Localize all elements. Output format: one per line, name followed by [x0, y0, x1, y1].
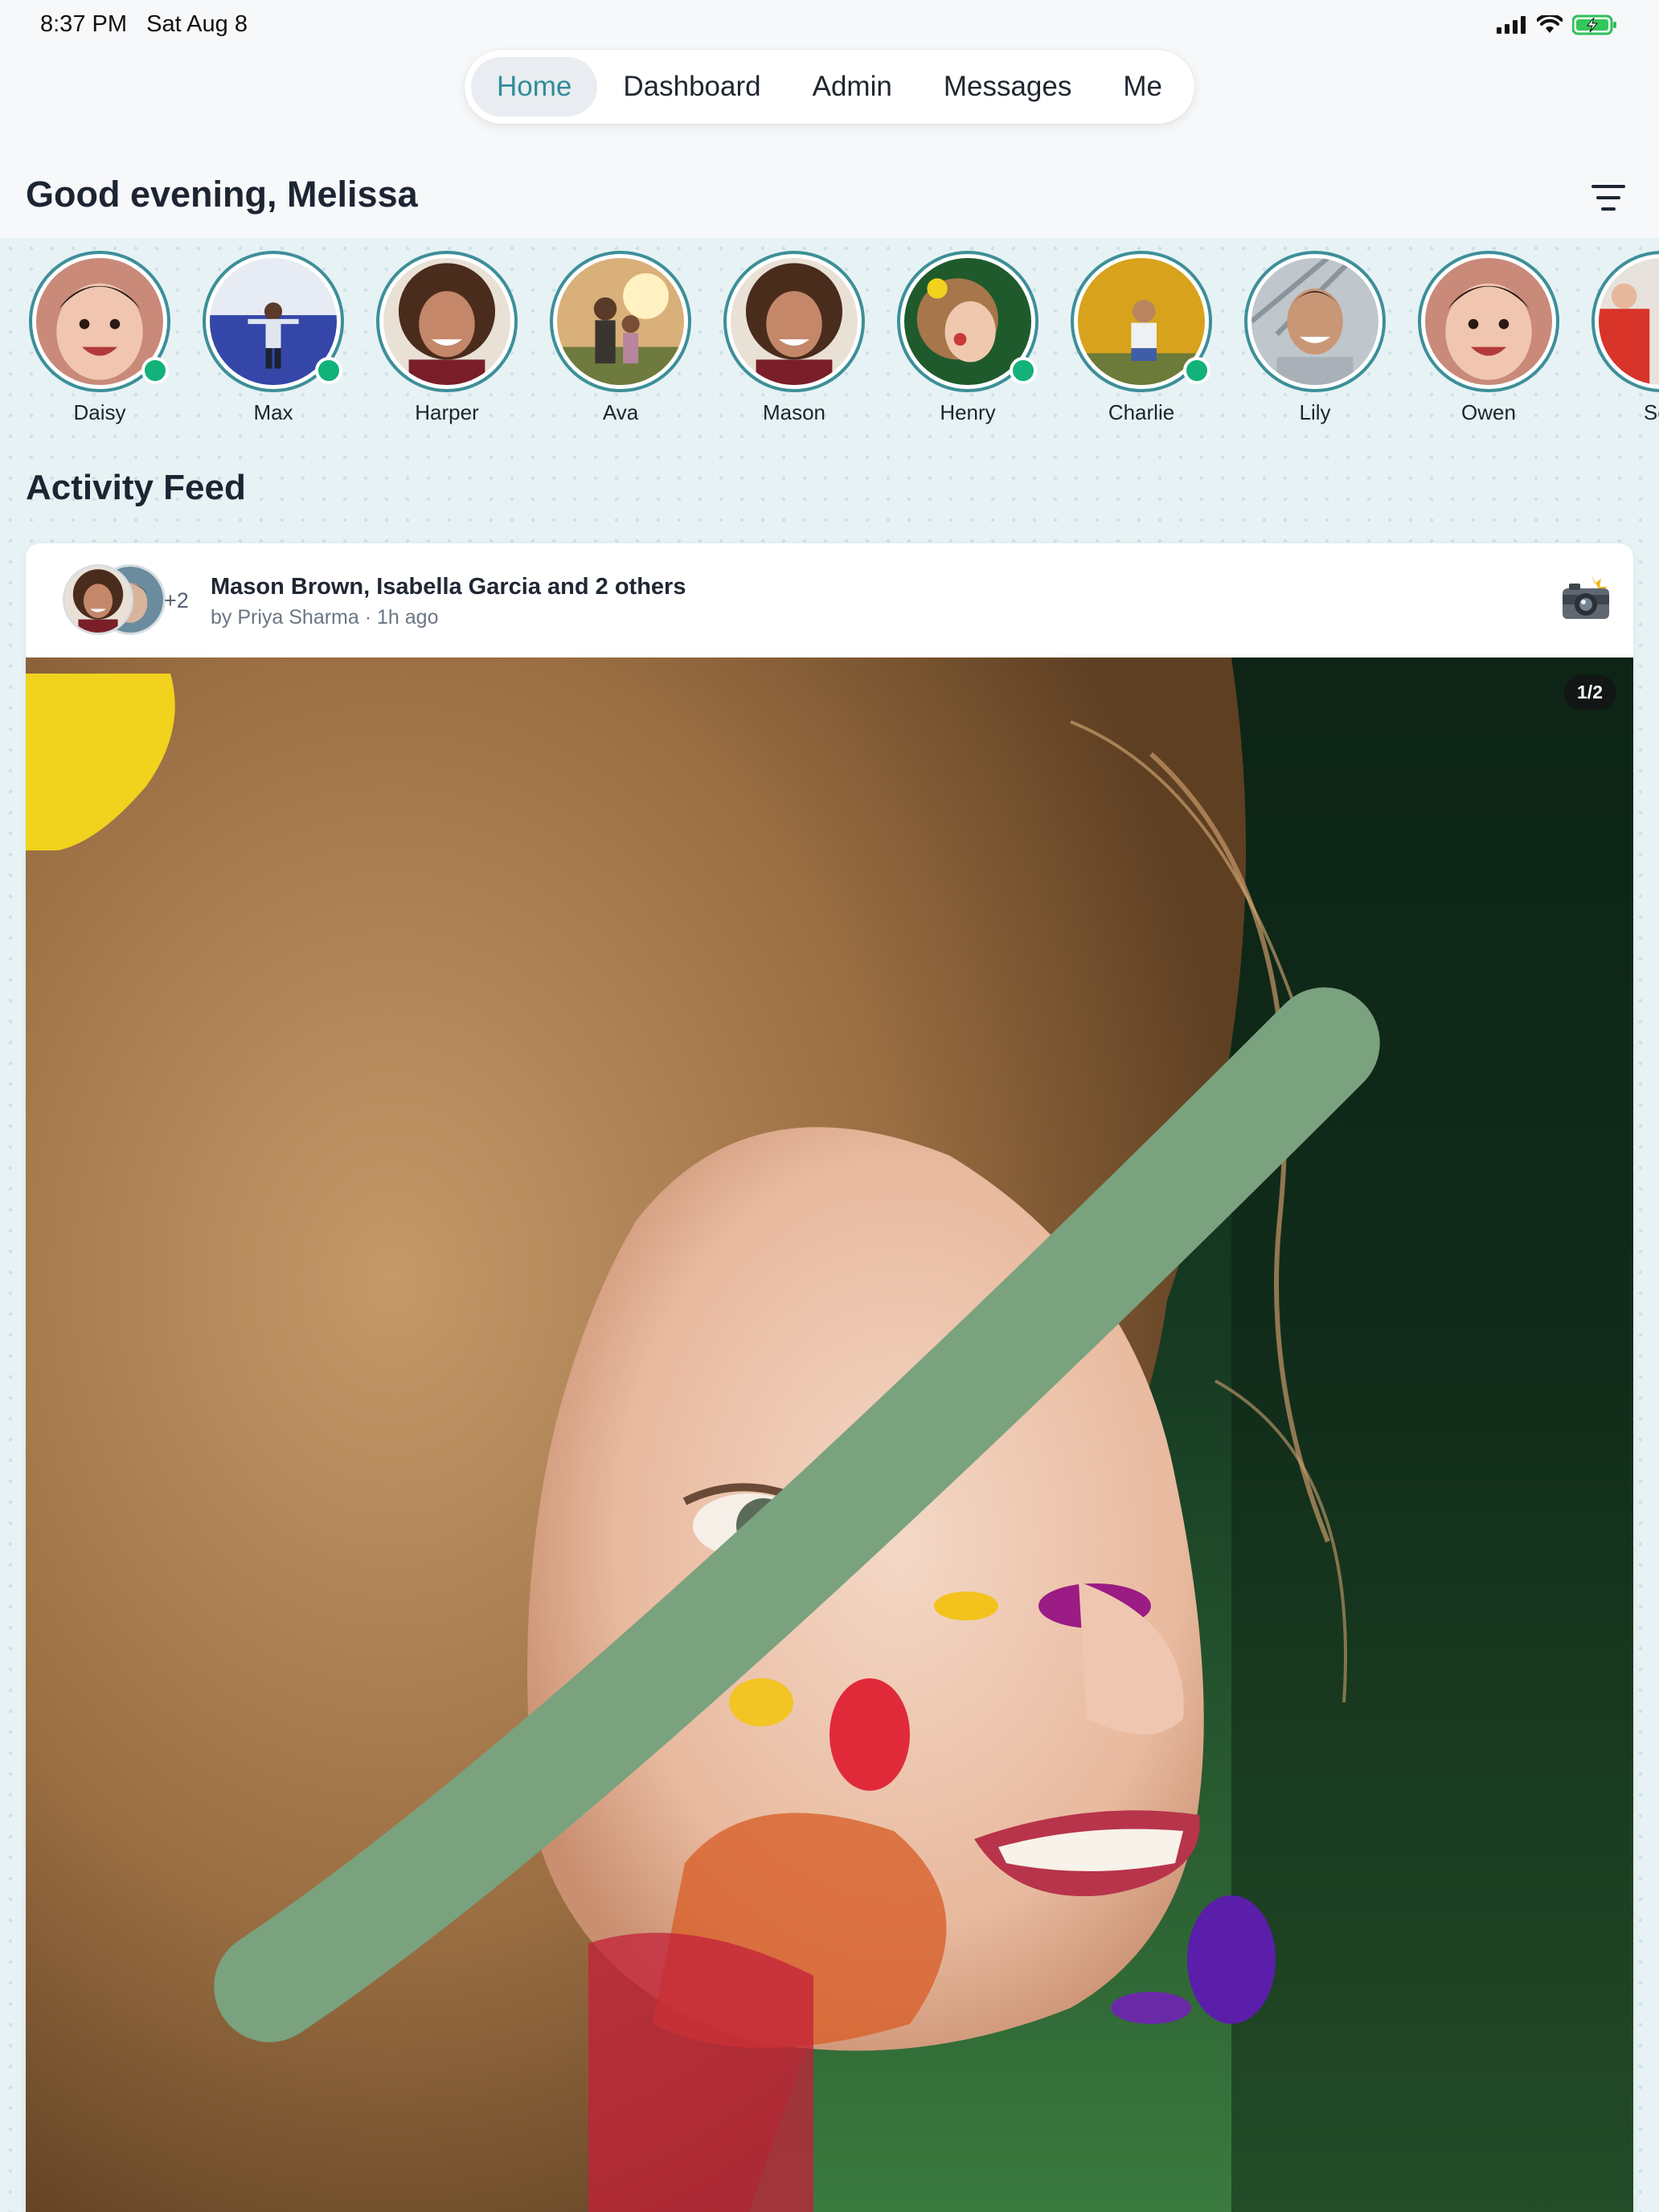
- meta-separator: ·: [358, 606, 378, 629]
- feed-title: Activity Feed: [26, 468, 246, 507]
- online-indicator: [315, 357, 342, 384]
- greeting-title: Good evening, Melissa: [26, 174, 418, 215]
- story-max[interactable]: Max: [186, 251, 360, 425]
- cellular-signal-icon: [1497, 16, 1526, 34]
- story-name: Lily: [1299, 400, 1331, 424]
- child-photo: [1599, 258, 1659, 385]
- post-title[interactable]: Mason Brown, Isabella Garcia and 2 other…: [211, 574, 686, 600]
- story-harper[interactable]: Harper: [360, 251, 534, 425]
- status-bar: 8:37 PM Sat Aug 8: [0, 0, 1659, 51]
- story-name: Henry: [940, 400, 996, 424]
- story-avatar-ring: [1244, 251, 1386, 392]
- story-lily[interactable]: Lily: [1228, 251, 1402, 425]
- story-name: Ava: [602, 400, 639, 424]
- story-name: Harper: [415, 400, 479, 424]
- online-indicator: [1183, 357, 1210, 384]
- story-photo: [1599, 258, 1659, 385]
- story-photo: [1425, 258, 1552, 385]
- avatar: [63, 564, 133, 635]
- story-name: Charlie: [1108, 400, 1175, 424]
- post-header: +2 Mason Brown, Isabella Garcia and 2 ot…: [26, 543, 1633, 657]
- story-avatar-ring: [897, 251, 1038, 392]
- stories-row: Daisy Max Harper Ava Mason Henry Charlie…: [0, 251, 1659, 428]
- child-photo: [1425, 258, 1552, 385]
- status-time: 8:37 PM Sat Aug 8: [40, 11, 248, 38]
- story-avatar-ring: [203, 251, 344, 392]
- story-avatar-ring: [550, 251, 691, 392]
- child-photo: [557, 258, 684, 385]
- story-photo: [383, 258, 510, 385]
- avatar-stack[interactable]: [43, 564, 180, 637]
- story-henry[interactable]: Henry: [881, 251, 1055, 425]
- tab-dashboard[interactable]: Dashboard: [597, 57, 786, 117]
- tab-home[interactable]: Home: [471, 57, 598, 117]
- battery-charging-icon: [1572, 14, 1616, 35]
- story-photo: [731, 258, 858, 385]
- child-photo: [1251, 258, 1378, 385]
- filter-icon[interactable]: [1590, 182, 1627, 214]
- status-icons: [1497, 14, 1617, 35]
- status-date: Sat Aug 8: [146, 11, 248, 37]
- camera-flash-icon: [1563, 576, 1609, 619]
- story-partial[interactable]: Sop: [1575, 251, 1659, 425]
- story-avatar-ring: [376, 251, 518, 392]
- extra-people-count: +2: [164, 588, 189, 612]
- story-photo: [1251, 258, 1378, 385]
- story-name: Mason: [762, 400, 826, 424]
- tab-admin[interactable]: Admin: [787, 57, 918, 117]
- story-daisy[interactable]: Daisy: [13, 251, 186, 425]
- story-photo: [557, 258, 684, 385]
- story-avatar-ring: [1591, 251, 1659, 392]
- story-mason[interactable]: Mason: [707, 251, 881, 425]
- child-photo: [65, 567, 131, 633]
- post-meta: by Priya Sharma · 1h ago: [211, 606, 438, 629]
- story-avatar-ring: [1418, 251, 1559, 392]
- tab-messages[interactable]: Messages: [918, 57, 1098, 117]
- post-photo[interactable]: 1/2: [26, 657, 1633, 2212]
- story-name: Max: [253, 400, 293, 424]
- online-indicator: [1010, 357, 1037, 384]
- story-avatar-ring: [29, 251, 170, 392]
- post-time: 1h ago: [377, 606, 439, 629]
- story-ava[interactable]: Ava: [534, 251, 707, 425]
- status-clock: 8:37 PM: [40, 11, 127, 37]
- post-author: by Priya Sharma: [211, 606, 359, 629]
- activity-post-card[interactable]: +2 Mason Brown, Isabella Garcia and 2 ot…: [26, 543, 1633, 2212]
- child-photo: [731, 258, 858, 385]
- story-charlie[interactable]: Charlie: [1055, 251, 1228, 425]
- story-name: Daisy: [73, 400, 126, 424]
- story-avatar-ring: [723, 251, 865, 392]
- child-photo: [383, 258, 510, 385]
- story-avatar-ring: [1071, 251, 1212, 392]
- tab-me[interactable]: Me: [1097, 57, 1188, 117]
- top-nav: Home Dashboard Admin Messages Me: [465, 50, 1194, 124]
- story-name: Sop: [1643, 400, 1659, 424]
- wifi-icon: [1537, 15, 1563, 33]
- pencil-scribble-icon[interactable]: [26, 657, 1628, 2209]
- online-indicator: [141, 357, 169, 384]
- story-name: Owen: [1461, 400, 1516, 424]
- story-owen[interactable]: Owen: [1402, 251, 1575, 425]
